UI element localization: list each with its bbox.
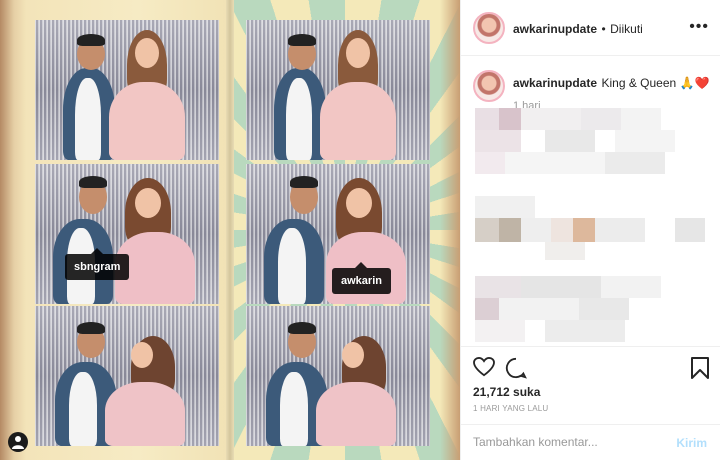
booth-photo-1 bbox=[35, 20, 219, 160]
post-header: awkarinupdate • Diikuti ••• bbox=[461, 0, 720, 56]
header-username[interactable]: awkarinupdate bbox=[513, 22, 597, 36]
post-photo[interactable]: sbngram awkarin bbox=[0, 0, 460, 460]
post-actions: 21,712 suka 1 HARI YANG LALU bbox=[461, 346, 720, 416]
caption-avatar[interactable] bbox=[473, 70, 505, 102]
post-timestamp[interactable]: 1 HARI YANG LALU bbox=[473, 404, 548, 413]
like-count[interactable]: 21,712 suka bbox=[473, 385, 540, 399]
post-sidebar: awkarinupdate • Diikuti ••• awkarinupdat… bbox=[460, 0, 720, 460]
comment-icon[interactable] bbox=[505, 357, 527, 379]
save-bookmark-icon[interactable] bbox=[691, 357, 709, 379]
send-comment-button[interactable]: Kirim bbox=[676, 436, 707, 450]
user-tag-awkarin[interactable]: awkarin bbox=[332, 262, 391, 294]
booth-photo-6 bbox=[246, 306, 430, 446]
tagged-users-button[interactable] bbox=[8, 432, 28, 452]
caption-username[interactable]: awkarinupdate bbox=[513, 76, 597, 90]
avatar[interactable] bbox=[473, 12, 505, 44]
user-tag-sbngram[interactable]: sbngram bbox=[65, 248, 130, 280]
follow-status-button[interactable]: Diikuti bbox=[610, 22, 643, 36]
pixelated-comments bbox=[475, 108, 715, 344]
booth-photo-4 bbox=[246, 20, 430, 160]
booth-photo-5: awkarin bbox=[246, 164, 430, 304]
comment-bar: Kirim bbox=[461, 424, 720, 460]
comment-input[interactable] bbox=[473, 435, 663, 449]
booth-photo-3 bbox=[35, 306, 219, 446]
user-icon bbox=[12, 436, 24, 449]
booth-photo-2: sbngram bbox=[35, 164, 219, 304]
like-heart-icon[interactable] bbox=[473, 357, 495, 377]
comments-area[interactable]: awkarinupdate King & Queen 🙏❤️ 1 hari bbox=[461, 56, 720, 346]
more-options-icon[interactable]: ••• bbox=[689, 18, 709, 36]
separator-dot: • bbox=[601, 22, 606, 36]
caption-text: King & Queen 🙏❤️ bbox=[601, 76, 710, 90]
strip-divider bbox=[226, 0, 234, 460]
